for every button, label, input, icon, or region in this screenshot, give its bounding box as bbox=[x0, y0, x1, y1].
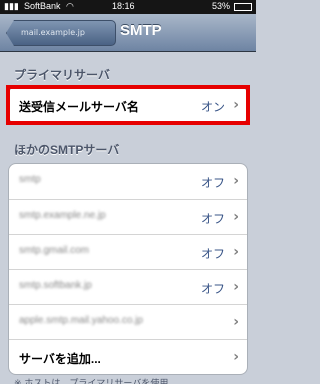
smtp-server-status: オフ bbox=[200, 247, 225, 261]
footnote: ※ ホストは、プライマリサーバを使用 bbox=[14, 379, 169, 384]
primary-server-label: 送受信メールサーバ名 bbox=[19, 100, 139, 114]
page-title: SMTP bbox=[120, 22, 162, 39]
primary-server-group: 送受信メールサーバ名 オン › bbox=[8, 86, 248, 124]
back-button[interactable]: mail.example.jp bbox=[6, 20, 116, 46]
chevron-right-icon: › bbox=[233, 349, 239, 365]
smtp-server-label: smtp bbox=[19, 174, 41, 185]
carrier-label: SoftBank bbox=[24, 1, 61, 11]
chevron-right-icon: › bbox=[233, 244, 239, 260]
add-server-row[interactable]: サーバを追加... › bbox=[9, 339, 247, 374]
smtp-server-label: smtp.example.ne.jp bbox=[19, 210, 106, 221]
other-servers-header: ほかのSMTPサーバ bbox=[14, 143, 120, 157]
smtp-server-label: smtp.softbank.jp bbox=[19, 280, 92, 291]
chevron-right-icon: › bbox=[233, 97, 239, 113]
wifi-icon: ◠ bbox=[66, 1, 74, 11]
smtp-server-row[interactable]: smtp.example.ne.jp オフ › bbox=[9, 199, 247, 234]
smtp-server-row[interactable]: smtp オフ › bbox=[9, 164, 247, 199]
clock: 18:16 bbox=[112, 1, 135, 11]
smtp-server-status: オフ bbox=[200, 282, 225, 296]
smtp-server-row[interactable]: smtp.gmail.com オフ › bbox=[9, 234, 247, 269]
chevron-right-icon: › bbox=[233, 279, 239, 295]
chevron-right-icon: › bbox=[233, 314, 239, 330]
primary-server-status: オン bbox=[200, 100, 225, 114]
navigation-bar: mail.example.jp SMTP bbox=[0, 14, 256, 52]
battery-percent: 53% bbox=[212, 1, 231, 11]
smtp-server-status: オフ bbox=[200, 212, 225, 226]
smtp-server-label: smtp.gmail.com bbox=[19, 245, 90, 256]
signal-icon: ▮▮▮ bbox=[4, 1, 19, 11]
other-servers-group: smtp オフ › smtp.example.ne.jp オフ › smtp.g… bbox=[8, 163, 248, 375]
smtp-server-status: オフ bbox=[200, 176, 225, 190]
smtp-server-row[interactable]: apple.smtp.mail.yahoo.co.jp › bbox=[9, 304, 247, 339]
battery-icon bbox=[234, 3, 252, 11]
primary-server-header: プライマリサーバ bbox=[14, 68, 110, 82]
back-button-label: mail.example.jp bbox=[21, 28, 85, 37]
status-bar: ▮▮▮ SoftBank ◠ 18:16 53% bbox=[0, 0, 256, 14]
chevron-right-icon: › bbox=[233, 209, 239, 225]
primary-server-row[interactable]: 送受信メールサーバ名 オン › bbox=[9, 87, 247, 123]
chevron-right-icon: › bbox=[233, 173, 239, 189]
smtp-server-label: apple.smtp.mail.yahoo.co.jp bbox=[19, 315, 143, 326]
smtp-server-row[interactable]: smtp.softbank.jp オフ › bbox=[9, 269, 247, 304]
add-server-label: サーバを追加... bbox=[19, 352, 101, 366]
